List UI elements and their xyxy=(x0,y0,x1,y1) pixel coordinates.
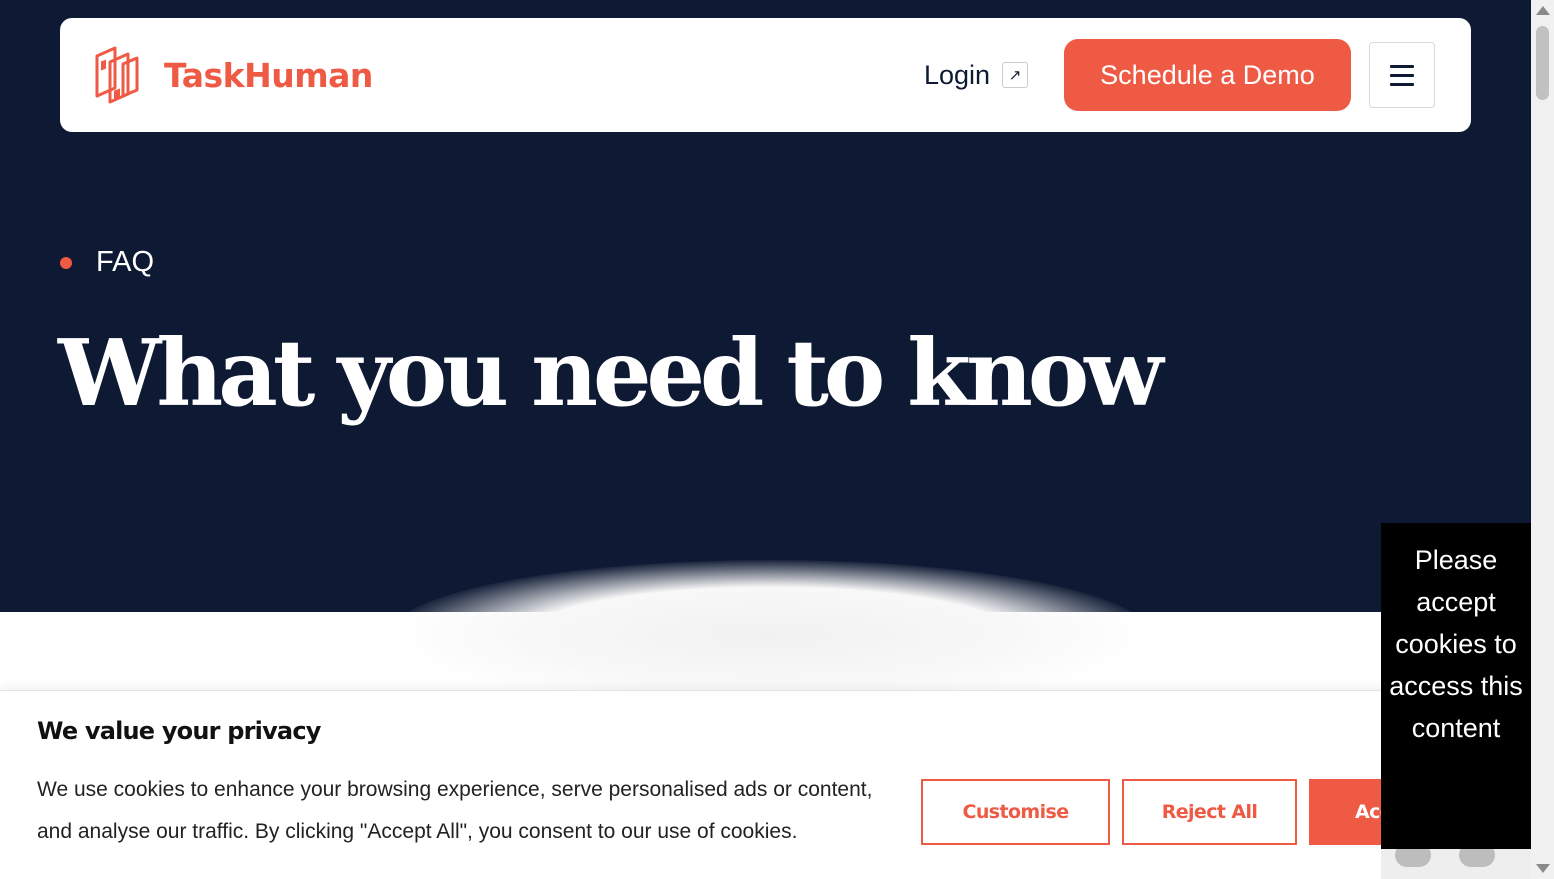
cookie-banner-title: We value your privacy xyxy=(37,717,321,745)
decorative-glow xyxy=(390,560,1150,710)
login-label: Login xyxy=(924,59,991,90)
taskhuman-logo-icon xyxy=(95,46,139,104)
cookie-banner: We value your privacy We use cookies to … xyxy=(0,690,1531,879)
faq-label: FAQ xyxy=(96,246,155,278)
menu-bar-icon xyxy=(1390,73,1414,77)
faq-eyebrow: FAQ xyxy=(60,246,154,279)
bullet-dot-icon xyxy=(60,256,72,269)
widget-shape xyxy=(1459,849,1495,867)
page: TaskHuman Login ↗ Schedule a Demo FAQ Wh… xyxy=(0,0,1531,879)
widget-shape xyxy=(1395,849,1431,867)
menu-bar-icon xyxy=(1390,64,1414,68)
scroll-up-arrow-icon[interactable] xyxy=(1536,6,1550,15)
top-navbar: TaskHuman Login ↗ Schedule a Demo xyxy=(60,18,1471,132)
cookie-banner-text: We use cookies to enhance your browsing … xyxy=(37,778,873,843)
arrow-up-right-icon: ↗ xyxy=(1002,62,1029,88)
scroll-down-arrow-icon[interactable] xyxy=(1536,864,1550,873)
brand-logo[interactable]: TaskHuman xyxy=(94,44,373,106)
vertical-scrollbar[interactable] xyxy=(1531,0,1554,879)
scrollbar-thumb[interactable] xyxy=(1536,26,1549,100)
login-link[interactable]: Login ↗ xyxy=(924,56,1029,94)
page-headline: What you need to know xyxy=(58,319,1163,427)
hamburger-menu-button[interactable] xyxy=(1369,42,1435,108)
cookie-content-gate: Please accept cookies to access this con… xyxy=(1381,523,1531,849)
customise-button[interactable]: Customise xyxy=(921,779,1110,845)
reject-all-button[interactable]: Reject All xyxy=(1122,779,1297,845)
hero-section: TaskHuman Login ↗ Schedule a Demo FAQ Wh… xyxy=(0,0,1531,612)
menu-bar-icon xyxy=(1390,82,1414,86)
brand-name: TaskHuman xyxy=(164,55,373,95)
embedded-widget-placeholder xyxy=(1381,849,1531,879)
schedule-demo-button[interactable]: Schedule a Demo xyxy=(1064,39,1351,111)
